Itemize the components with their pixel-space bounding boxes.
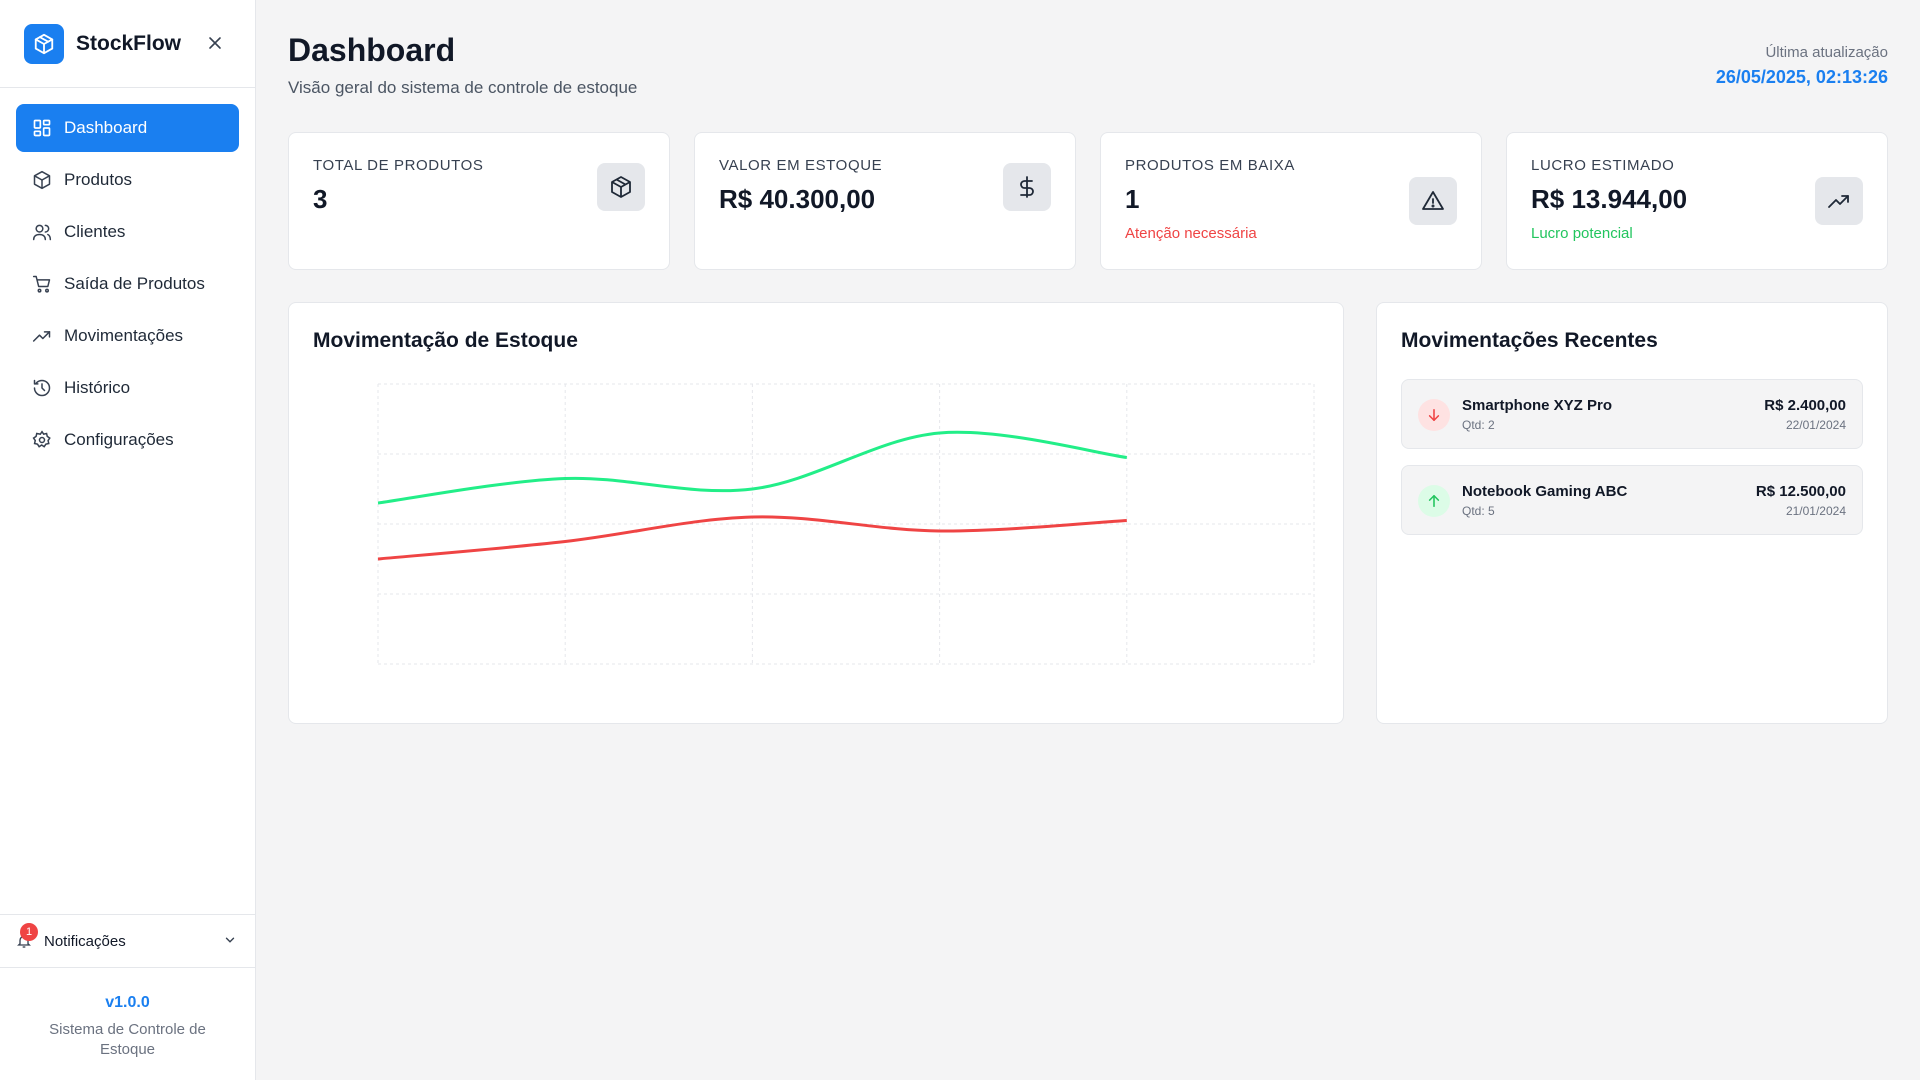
card-produtos-baixa: PRODUTOS EM BAIXA 1 Atenção necessária [1100, 132, 1482, 270]
stockflow-logo-icon [24, 23, 64, 64]
trending-up-icon [32, 326, 52, 346]
movement-product-name: Smartphone XYZ Pro [1462, 397, 1613, 414]
bell-icon: 1 [16, 923, 38, 949]
users-icon [32, 222, 52, 242]
card-value: R$ 40.300,00 [719, 184, 876, 214]
card-note: Atenção necessária [1125, 225, 1257, 242]
stock-movement-chart-panel: Movimentação de Estoque [288, 302, 1344, 724]
arrow-up-icon [1418, 485, 1450, 517]
card-label: VALOR EM ESTOQUE [719, 157, 883, 174]
last-updated-value: 26/05/2025, 02:13:26 [1715, 67, 1888, 87]
notifications-label: Notificações [44, 932, 126, 950]
sidebar-item-configuracoes[interactable]: Configurações [16, 416, 239, 464]
sidebar-item-label: Clientes [64, 222, 126, 241]
dashboard-grid-icon [32, 118, 52, 138]
dollar-icon [1003, 163, 1051, 211]
movement-item[interactable]: Notebook Gaming ABC Qtd: 5 R$ 12.500,00 … [1401, 465, 1863, 535]
sidebar-item-movimentacoes[interactable]: Movimentações [16, 312, 239, 360]
package-icon [597, 163, 645, 211]
sidebar-item-historico[interactable]: Histórico [16, 364, 239, 412]
page-title: Dashboard [288, 32, 456, 68]
close-sidebar-button[interactable] [205, 33, 225, 53]
sidebar-item-label: Saída de Produtos [64, 274, 205, 293]
card-valor-estoque: VALOR EM ESTOQUE R$ 40.300,00 [694, 132, 1076, 270]
sidebar-item-produtos[interactable]: Produtos [16, 156, 239, 204]
history-icon [32, 378, 52, 398]
settings-gear-icon [32, 430, 52, 450]
arrow-down-icon [1418, 399, 1450, 431]
movement-price: R$ 12.500,00 [1755, 483, 1846, 500]
notifications-toggle[interactable]: 1 Notificações [0, 914, 255, 968]
cart-icon [32, 274, 52, 294]
movement-date: 21/01/2024 [1785, 504, 1846, 518]
movement-item[interactable]: Smartphone XYZ Pro Qtd: 2 R$ 2.400,00 22… [1401, 379, 1863, 449]
alert-triangle-icon [1409, 177, 1457, 225]
app-subtitle: Sistema de Controle de Estoque [49, 1021, 206, 1058]
sidebar-item-saida-produtos[interactable]: Saída de Produtos [16, 260, 239, 308]
card-label: TOTAL DE PRODUTOS [313, 157, 484, 174]
stats-cards: TOTAL DE PRODUTOS 3 VALOR EM ESTOQUE R$ … [288, 132, 1888, 270]
movement-date: 22/01/2024 [1785, 418, 1846, 432]
sidebar-item-label: Produtos [64, 170, 133, 189]
stock-movement-chart [377, 383, 1315, 665]
sidebar-item-label: Histórico [64, 378, 131, 397]
recent-movements-panel: Movimentações Recentes Smartphone XYZ Pr… [1376, 302, 1888, 724]
sidebar-item-label: Configurações [64, 430, 174, 449]
card-lucro-estimado: LUCRO ESTIMADO R$ 13.944,00 Lucro potenc… [1506, 132, 1888, 270]
recent-movements-title: Movimentações Recentes [1401, 329, 1658, 352]
sidebar-item-dashboard[interactable]: Dashboard [16, 104, 239, 152]
close-icon [209, 37, 221, 49]
sidebar: StockFlow Dashboard Produtos Clientes Sa… [0, 0, 256, 1080]
card-value: 1 [1125, 184, 1140, 214]
notification-count-badge: 1 [20, 923, 38, 941]
app-name: StockFlow [76, 31, 182, 55]
movement-quantity: Qtd: 2 [1462, 418, 1495, 432]
movement-price: R$ 2.400,00 [1764, 397, 1846, 414]
movement-product-name: Notebook Gaming ABC [1462, 483, 1628, 500]
last-updated-label: Última atualização [1765, 44, 1888, 61]
sidebar-item-clientes[interactable]: Clientes [16, 208, 239, 256]
card-value: 3 [313, 184, 328, 214]
last-updated: Última atualização 26/05/2025, 02:13:26 [1716, 44, 1888, 88]
sidebar-item-label: Dashboard [64, 118, 148, 137]
sidebar-footer: v1.0.0 Sistema de Controle de Estoque [0, 994, 255, 1060]
app-version: v1.0.0 [105, 994, 150, 1011]
trending-up-icon [1815, 177, 1863, 225]
movement-quantity: Qtd: 5 [1462, 504, 1495, 518]
card-value: R$ 13.944,00 [1531, 184, 1688, 214]
chevron-down-icon [223, 933, 237, 951]
brand-header: StockFlow [0, 0, 255, 88]
package-icon [32, 170, 52, 190]
sidebar-nav: Dashboard Produtos Clientes Saída de Pro… [0, 88, 255, 484]
card-label: LUCRO ESTIMADO [1531, 157, 1675, 174]
card-label: PRODUTOS EM BAIXA [1125, 157, 1295, 174]
sidebar-item-label: Movimentações [64, 326, 184, 345]
card-note: Lucro potencial [1531, 225, 1633, 242]
card-total-produtos: TOTAL DE PRODUTOS 3 [288, 132, 670, 270]
page-subtitle: Visão geral do sistema de controle de es… [288, 78, 638, 97]
